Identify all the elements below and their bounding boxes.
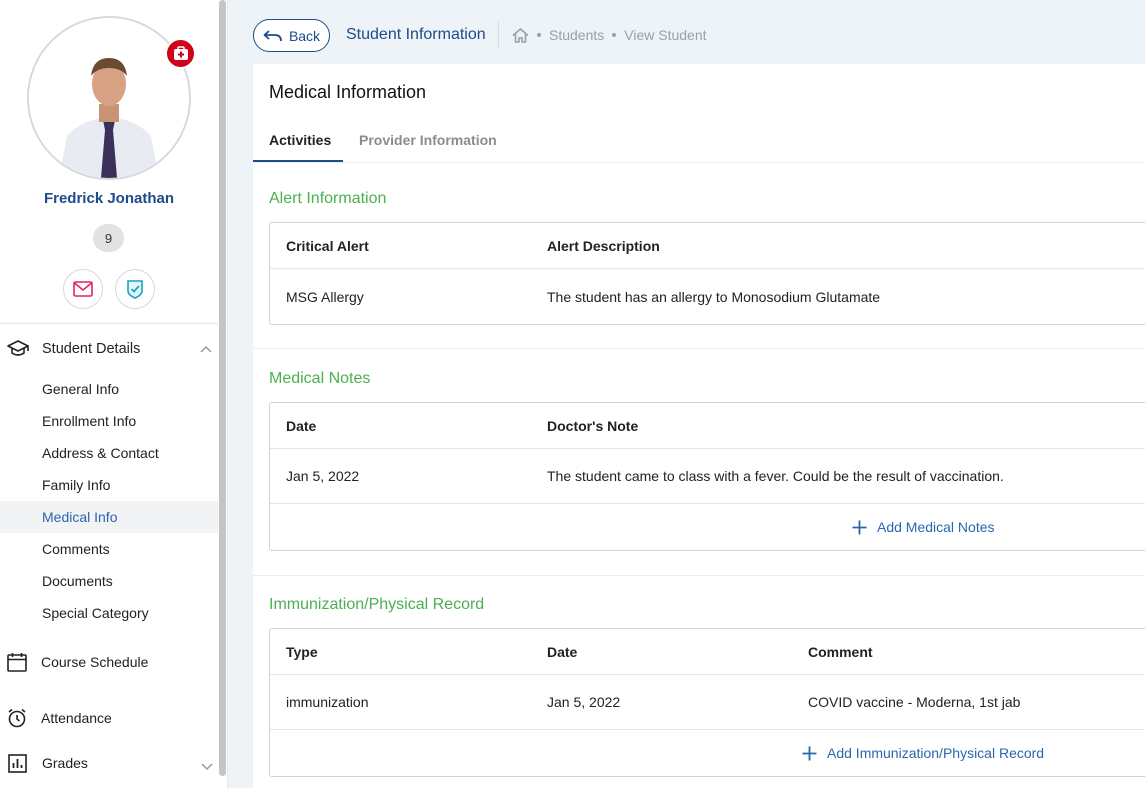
- table-header-row: Critical Alert Alert Description: [270, 223, 1145, 269]
- sidebar-item-special-category[interactable]: Special Category: [0, 597, 226, 629]
- immunization-date-cell: Jan 5, 2022: [547, 694, 621, 710]
- sidebar-scrollbar[interactable]: [219, 0, 226, 776]
- add-medical-notes-label: Add Medical Notes: [877, 519, 995, 535]
- table-header-row: Date Doctor's Note: [270, 403, 1145, 449]
- bar-chart-icon: [8, 753, 27, 773]
- add-immunization-button[interactable]: Add Immunization/Physical Record: [802, 730, 1044, 776]
- tab-provider-information[interactable]: Provider Information: [359, 132, 497, 148]
- sidebar-item-medical-info[interactable]: Medical Info: [0, 501, 226, 533]
- graduation-cap-icon: [7, 340, 29, 356]
- tab-bar-divider: [253, 162, 1145, 163]
- column-header-date: Date: [547, 643, 578, 660]
- section-divider: [253, 575, 1145, 576]
- undo-arrow-icon: [263, 29, 282, 41]
- alarm-clock-icon: [8, 708, 26, 728]
- grade-badge: 9: [93, 224, 124, 252]
- column-header-alert-description: Alert Description: [547, 237, 660, 254]
- nav-attendance-label: Attendance: [41, 710, 112, 726]
- immunization-section-title: Immunization/Physical Record: [269, 596, 485, 613]
- nav-course-schedule-label: Course Schedule: [41, 654, 149, 670]
- column-header-comment: Comment: [808, 643, 873, 660]
- table-row[interactable]: MSG Allergy The student has an allergy t…: [270, 269, 1145, 324]
- add-immunization-label: Add Immunization/Physical Record: [827, 745, 1045, 761]
- medical-alert-badge[interactable]: [165, 38, 196, 69]
- chevron-up-icon[interactable]: [200, 345, 212, 353]
- medical-kit-icon: [173, 46, 188, 60]
- breadcrumb-students[interactable]: Students: [549, 27, 604, 43]
- sidebar-item-general-info[interactable]: General Info: [0, 373, 226, 405]
- sidebar-item-enrollment-info[interactable]: Enrollment Info: [0, 405, 226, 437]
- alert-description-cell: The student has an allergy to Monosodium…: [547, 288, 881, 305]
- note-text-cell: The student came to class with a fever. …: [547, 468, 1004, 484]
- alert-name-cell: MSG Allergy: [286, 288, 364, 305]
- avatar[interactable]: [27, 16, 191, 180]
- sidebar-item-address-contact[interactable]: Address & Contact: [0, 437, 226, 469]
- email-button[interactable]: [63, 269, 103, 309]
- verify-button[interactable]: [115, 269, 155, 309]
- add-medical-notes-button[interactable]: Add Medical Notes: [852, 504, 995, 550]
- column-header-doctors-note: Doctor's Note: [547, 417, 639, 434]
- add-row: Add Medical Notes: [270, 504, 1145, 550]
- shield-check-icon: [127, 280, 143, 299]
- immunization-type-cell: immunization: [286, 694, 369, 710]
- table-header-row: Type Date Comment: [270, 629, 1145, 675]
- column-header-date: Date: [286, 417, 317, 434]
- breadcrumb: Students View Student: [512, 27, 707, 43]
- alert-table: Critical Alert Alert Description MSG All…: [269, 222, 1145, 325]
- calendar-icon: [7, 653, 27, 672]
- nav-grades-label: Grades: [42, 755, 88, 771]
- section-divider: [253, 348, 1145, 349]
- note-date-cell: Jan 5, 2022: [286, 468, 360, 484]
- plus-icon: [802, 746, 817, 760]
- student-photo: [29, 18, 189, 178]
- sidebar-divider: [0, 323, 218, 324]
- header-separator: [498, 22, 499, 48]
- card-title: Medical Information: [269, 82, 427, 102]
- tab-activities[interactable]: Activities: [269, 132, 331, 148]
- sidebar-item-comments[interactable]: Comments: [0, 533, 226, 565]
- immunization-table: Type Date Comment immunization Jan 5, 20…: [269, 628, 1145, 777]
- mail-icon: [73, 281, 93, 297]
- breadcrumb-dot: [612, 33, 617, 37]
- student-name: Fredrick Jonathan: [43, 190, 175, 207]
- medical-notes-table: Date Doctor's Note Jan 5, 2022 The stude…: [269, 402, 1145, 551]
- table-row[interactable]: immunization Jan 5, 2022 COVID vaccine -…: [270, 675, 1145, 730]
- chevron-down-icon[interactable]: [201, 763, 213, 771]
- alert-section-title: Alert Information: [269, 190, 387, 207]
- add-row: Add Immunization/Physical Record: [270, 730, 1145, 776]
- breadcrumb-dot: [537, 33, 541, 37]
- nav-course-schedule[interactable]: Course Schedule: [0, 642, 218, 682]
- column-header-type: Type: [286, 643, 318, 660]
- medical-information-card: Medical Information Activities Provider …: [253, 64, 1145, 788]
- nav-student-details-label: Student Details: [42, 341, 141, 357]
- nav-attendance[interactable]: Attendance: [0, 698, 218, 738]
- page-title: Student Information: [346, 26, 486, 43]
- back-button[interactable]: Back: [253, 19, 330, 52]
- breadcrumb-view-student: View Student: [624, 27, 707, 43]
- nav-student-details[interactable]: Student Details: [0, 329, 218, 369]
- medical-notes-section-title: Medical Notes: [269, 370, 371, 387]
- sidebar-item-family-info[interactable]: Family Info: [0, 469, 226, 501]
- sidebar-item-documents[interactable]: Documents: [0, 565, 226, 597]
- sidebar: Fredrick Jonathan 9 Student Details Gene…: [0, 0, 228, 788]
- column-header-critical-alert: Critical Alert: [286, 237, 369, 254]
- back-button-label: Back: [288, 27, 321, 44]
- table-row[interactable]: Jan 5, 2022 The student came to class wi…: [270, 449, 1145, 504]
- nav-grades[interactable]: Grades: [0, 743, 218, 783]
- plus-icon: [852, 520, 867, 534]
- immunization-comment-cell: COVID vaccine - Moderna, 1st jab: [808, 694, 1021, 710]
- home-icon[interactable]: [512, 27, 529, 43]
